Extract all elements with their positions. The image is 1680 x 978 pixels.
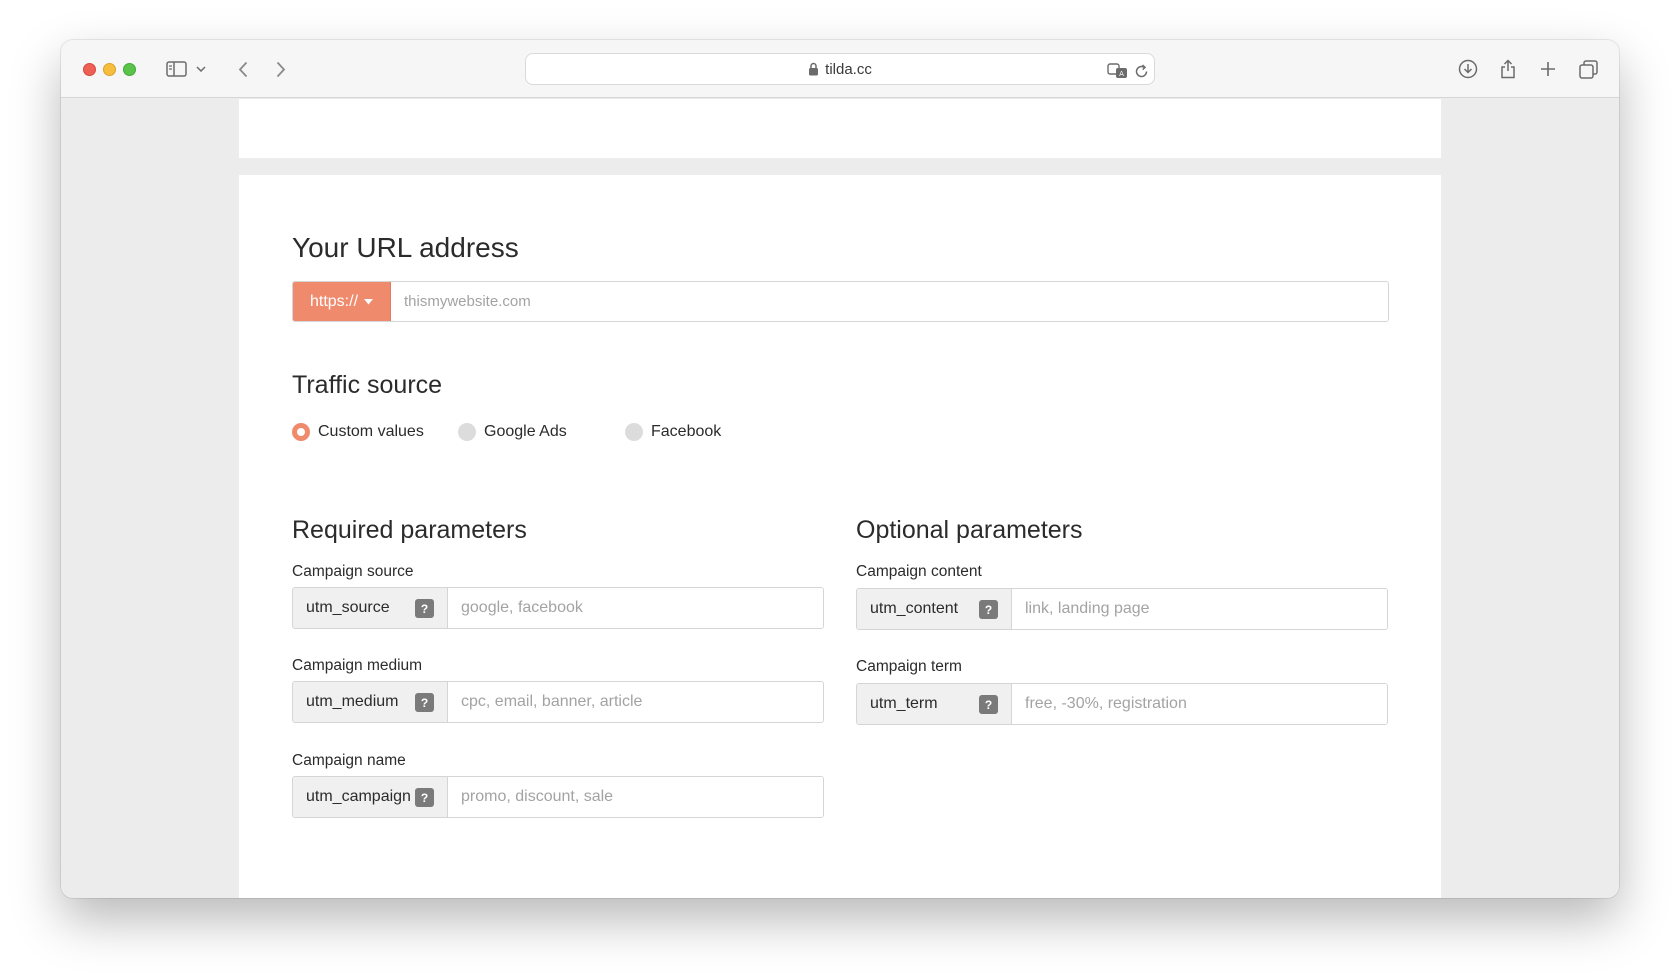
address-bar[interactable]: tilda.cc A <box>525 53 1155 85</box>
optional-section-title: Optional parameters <box>856 516 1083 544</box>
radio-label: Custom values <box>318 423 424 440</box>
radio-selected-indicator <box>292 423 310 441</box>
param-key-text: utm_term <box>870 695 938 712</box>
utm-campaign-input[interactable] <box>448 777 823 817</box>
campaign-medium-label: Campaign medium <box>292 657 423 674</box>
utm-builder-card: Your URL address https:// Traffic source… <box>239 175 1441 898</box>
close-window-button[interactable] <box>83 63 96 76</box>
url-input-group: https:// <box>292 281 1389 322</box>
browser-toolbar: tilda.cc A <box>61 40 1619 98</box>
utm-content-input[interactable] <box>1012 589 1387 629</box>
utm-content-key: utm_content ? <box>857 589 1012 629</box>
minimize-window-button[interactable] <box>103 63 116 76</box>
radio-custom-values[interactable]: Custom values <box>292 423 424 441</box>
forward-icon[interactable] <box>274 58 288 80</box>
utm-term-input[interactable] <box>1012 684 1387 724</box>
help-icon[interactable]: ? <box>415 693 434 712</box>
help-icon[interactable]: ? <box>979 695 998 714</box>
utm-campaign-key: utm_campaign ? <box>293 777 448 817</box>
radio-google-ads[interactable]: Google Ads <box>458 423 567 441</box>
utm-medium-input[interactable] <box>448 682 823 722</box>
radio-facebook[interactable]: Facebook <box>625 423 721 441</box>
param-key-text: utm_source <box>306 599 390 616</box>
lock-icon <box>808 62 819 76</box>
share-icon[interactable] <box>1497 58 1519 80</box>
traffic-section-title: Traffic source <box>292 371 443 399</box>
campaign-medium-group: utm_medium ? <box>292 681 824 723</box>
reload-icon[interactable] <box>1132 60 1150 82</box>
help-icon[interactable]: ? <box>415 599 434 618</box>
campaign-name-label: Campaign name <box>292 752 406 769</box>
campaign-term-group: utm_term ? <box>856 683 1388 725</box>
tab-overview-icon[interactable] <box>1577 58 1599 80</box>
chevron-down-icon[interactable] <box>195 58 207 80</box>
svg-text:A: A <box>1119 70 1124 78</box>
campaign-source-label: Campaign source <box>292 563 414 580</box>
url-section-title: Your URL address <box>292 232 519 263</box>
page-content: Your URL address https:// Traffic source… <box>61 99 1619 898</box>
protocol-dropdown[interactable]: https:// <box>293 282 391 321</box>
radio-indicator <box>625 423 643 441</box>
help-icon[interactable]: ? <box>415 788 434 807</box>
sidebar-toggle-icon[interactable] <box>165 58 187 80</box>
param-key-text: utm_campaign <box>306 788 411 805</box>
radio-indicator <box>458 423 476 441</box>
radio-label: Facebook <box>651 423 722 440</box>
utm-term-key: utm_term ? <box>857 684 1012 724</box>
downloads-icon[interactable] <box>1457 58 1479 80</box>
radio-label: Google Ads <box>484 423 567 440</box>
required-section-title: Required parameters <box>292 516 527 544</box>
campaign-content-label: Campaign content <box>856 563 982 580</box>
campaign-content-group: utm_content ? <box>856 588 1388 630</box>
param-key-text: utm_medium <box>306 693 399 710</box>
protocol-label: https:// <box>309 292 359 310</box>
back-icon[interactable] <box>236 58 250 80</box>
browser-window: tilda.cc A Your URL address https:// thi… <box>61 40 1619 898</box>
param-key-text: utm_content <box>870 600 959 617</box>
translate-icon[interactable]: A <box>1106 60 1128 82</box>
zoom-window-button[interactable] <box>123 63 136 76</box>
utm-source-key: utm_source ? <box>293 588 448 628</box>
campaign-source-group: utm_source ? <box>292 587 824 629</box>
url-input[interactable] <box>391 282 1388 321</box>
address-url: tilda.cc <box>825 60 872 78</box>
help-icon[interactable]: ? <box>979 600 998 619</box>
utm-medium-key: utm_medium ? <box>293 682 448 722</box>
campaign-term-label: Campaign term <box>856 658 962 675</box>
caret-down-icon <box>364 298 374 305</box>
utm-source-input[interactable] <box>448 588 823 628</box>
campaign-name-group: utm_campaign ? <box>292 776 824 818</box>
top-card <box>239 99 1441 158</box>
new-tab-icon[interactable] <box>1537 58 1559 80</box>
